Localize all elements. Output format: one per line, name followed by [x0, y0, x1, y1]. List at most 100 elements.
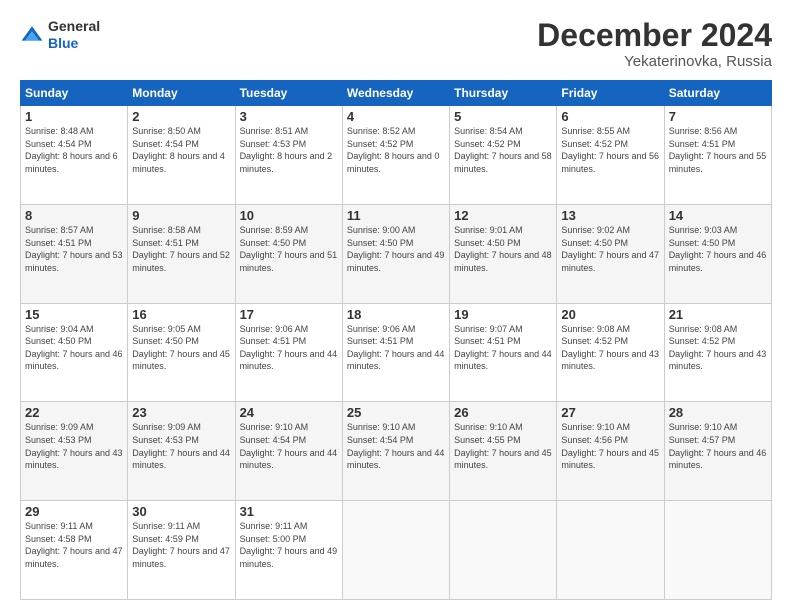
- day-info: Sunrise: 9:03 AMSunset: 4:50 PMDaylight:…: [669, 224, 767, 274]
- day-info: Sunrise: 9:11 AMSunset: 4:58 PMDaylight:…: [25, 520, 123, 570]
- calendar-cell: 27Sunrise: 9:10 AMSunset: 4:56 PMDayligh…: [557, 402, 664, 501]
- calendar-cell: [557, 501, 664, 600]
- calendar-cell: [342, 501, 449, 600]
- calendar-cell: 21Sunrise: 9:08 AMSunset: 4:52 PMDayligh…: [664, 303, 771, 402]
- calendar-weekday-header: Saturday: [664, 81, 771, 106]
- title-block: December 2024 Yekaterinovka, Russia: [537, 18, 772, 70]
- day-number: 31: [240, 504, 338, 519]
- calendar-cell: 15Sunrise: 9:04 AMSunset: 4:50 PMDayligh…: [21, 303, 128, 402]
- day-number: 3: [240, 109, 338, 124]
- day-info: Sunrise: 8:57 AMSunset: 4:51 PMDaylight:…: [25, 224, 123, 274]
- day-number: 9: [132, 208, 230, 223]
- calendar-cell: 31Sunrise: 9:11 AMSunset: 5:00 PMDayligh…: [235, 501, 342, 600]
- day-number: 5: [454, 109, 552, 124]
- day-info: Sunrise: 8:48 AMSunset: 4:54 PMDaylight:…: [25, 125, 123, 175]
- day-info: Sunrise: 8:58 AMSunset: 4:51 PMDaylight:…: [132, 224, 230, 274]
- day-number: 26: [454, 405, 552, 420]
- calendar-cell: 17Sunrise: 9:06 AMSunset: 4:51 PMDayligh…: [235, 303, 342, 402]
- day-number: 6: [561, 109, 659, 124]
- calendar-cell: 8Sunrise: 8:57 AMSunset: 4:51 PMDaylight…: [21, 204, 128, 303]
- day-number: 16: [132, 307, 230, 322]
- calendar-cell: 28Sunrise: 9:10 AMSunset: 4:57 PMDayligh…: [664, 402, 771, 501]
- day-number: 23: [132, 405, 230, 420]
- day-number: 10: [240, 208, 338, 223]
- day-info: Sunrise: 8:50 AMSunset: 4:54 PMDaylight:…: [132, 125, 230, 175]
- day-info: Sunrise: 9:10 AMSunset: 4:56 PMDaylight:…: [561, 421, 659, 471]
- calendar-cell: 3Sunrise: 8:51 AMSunset: 4:53 PMDaylight…: [235, 106, 342, 205]
- day-number: 15: [25, 307, 123, 322]
- day-number: 29: [25, 504, 123, 519]
- calendar-cell: 30Sunrise: 9:11 AMSunset: 4:59 PMDayligh…: [128, 501, 235, 600]
- day-number: 27: [561, 405, 659, 420]
- calendar-cell: 1Sunrise: 8:48 AMSunset: 4:54 PMDaylight…: [21, 106, 128, 205]
- day-info: Sunrise: 8:52 AMSunset: 4:52 PMDaylight:…: [347, 125, 445, 175]
- calendar-cell: 5Sunrise: 8:54 AMSunset: 4:52 PMDaylight…: [450, 106, 557, 205]
- logo-icon: [20, 23, 44, 47]
- calendar-week-row: 22Sunrise: 9:09 AMSunset: 4:53 PMDayligh…: [21, 402, 772, 501]
- logo-blue: Blue: [48, 35, 78, 51]
- day-number: 25: [347, 405, 445, 420]
- calendar-cell: 23Sunrise: 9:09 AMSunset: 4:53 PMDayligh…: [128, 402, 235, 501]
- calendar-weekday-header: Wednesday: [342, 81, 449, 106]
- day-number: 30: [132, 504, 230, 519]
- day-info: Sunrise: 8:54 AMSunset: 4:52 PMDaylight:…: [454, 125, 552, 175]
- day-number: 19: [454, 307, 552, 322]
- day-info: Sunrise: 9:10 AMSunset: 4:55 PMDaylight:…: [454, 421, 552, 471]
- calendar-cell: 12Sunrise: 9:01 AMSunset: 4:50 PMDayligh…: [450, 204, 557, 303]
- day-number: 4: [347, 109, 445, 124]
- calendar-cell: [664, 501, 771, 600]
- logo-text: General Blue: [48, 18, 100, 52]
- calendar-cell: 19Sunrise: 9:07 AMSunset: 4:51 PMDayligh…: [450, 303, 557, 402]
- day-number: 24: [240, 405, 338, 420]
- logo-general: General: [48, 18, 100, 34]
- calendar-weekday-header: Sunday: [21, 81, 128, 106]
- day-info: Sunrise: 9:04 AMSunset: 4:50 PMDaylight:…: [25, 323, 123, 373]
- day-info: Sunrise: 9:06 AMSunset: 4:51 PMDaylight:…: [347, 323, 445, 373]
- calendar-cell: 10Sunrise: 8:59 AMSunset: 4:50 PMDayligh…: [235, 204, 342, 303]
- calendar-weekday-header: Thursday: [450, 81, 557, 106]
- calendar-cell: 22Sunrise: 9:09 AMSunset: 4:53 PMDayligh…: [21, 402, 128, 501]
- header: General Blue December 2024 Yekaterinovka…: [20, 18, 772, 70]
- calendar-week-row: 15Sunrise: 9:04 AMSunset: 4:50 PMDayligh…: [21, 303, 772, 402]
- day-number: 7: [669, 109, 767, 124]
- day-info: Sunrise: 9:10 AMSunset: 4:57 PMDaylight:…: [669, 421, 767, 471]
- day-number: 12: [454, 208, 552, 223]
- day-number: 8: [25, 208, 123, 223]
- day-info: Sunrise: 9:10 AMSunset: 4:54 PMDaylight:…: [240, 421, 338, 471]
- day-info: Sunrise: 9:08 AMSunset: 4:52 PMDaylight:…: [669, 323, 767, 373]
- day-info: Sunrise: 9:00 AMSunset: 4:50 PMDaylight:…: [347, 224, 445, 274]
- day-number: 18: [347, 307, 445, 322]
- calendar-weekday-header: Monday: [128, 81, 235, 106]
- calendar-cell: 4Sunrise: 8:52 AMSunset: 4:52 PMDaylight…: [342, 106, 449, 205]
- day-info: Sunrise: 8:55 AMSunset: 4:52 PMDaylight:…: [561, 125, 659, 175]
- day-info: Sunrise: 8:59 AMSunset: 4:50 PMDaylight:…: [240, 224, 338, 274]
- day-info: Sunrise: 9:02 AMSunset: 4:50 PMDaylight:…: [561, 224, 659, 274]
- day-info: Sunrise: 9:05 AMSunset: 4:50 PMDaylight:…: [132, 323, 230, 373]
- day-info: Sunrise: 9:08 AMSunset: 4:52 PMDaylight:…: [561, 323, 659, 373]
- day-info: Sunrise: 9:07 AMSunset: 4:51 PMDaylight:…: [454, 323, 552, 373]
- day-number: 21: [669, 307, 767, 322]
- calendar-cell: 11Sunrise: 9:00 AMSunset: 4:50 PMDayligh…: [342, 204, 449, 303]
- location: Yekaterinovka, Russia: [537, 53, 772, 70]
- day-info: Sunrise: 8:56 AMSunset: 4:51 PMDaylight:…: [669, 125, 767, 175]
- calendar-header-row: SundayMondayTuesdayWednesdayThursdayFrid…: [21, 81, 772, 106]
- calendar-cell: 29Sunrise: 9:11 AMSunset: 4:58 PMDayligh…: [21, 501, 128, 600]
- month-title: December 2024: [537, 18, 772, 53]
- calendar-weekday-header: Tuesday: [235, 81, 342, 106]
- calendar-table: SundayMondayTuesdayWednesdayThursdayFrid…: [20, 80, 772, 600]
- calendar-cell: 24Sunrise: 9:10 AMSunset: 4:54 PMDayligh…: [235, 402, 342, 501]
- day-number: 14: [669, 208, 767, 223]
- calendar-cell: 20Sunrise: 9:08 AMSunset: 4:52 PMDayligh…: [557, 303, 664, 402]
- day-info: Sunrise: 9:06 AMSunset: 4:51 PMDaylight:…: [240, 323, 338, 373]
- day-info: Sunrise: 9:01 AMSunset: 4:50 PMDaylight:…: [454, 224, 552, 274]
- day-number: 11: [347, 208, 445, 223]
- page: General Blue December 2024 Yekaterinovka…: [0, 0, 792, 612]
- calendar-cell: 18Sunrise: 9:06 AMSunset: 4:51 PMDayligh…: [342, 303, 449, 402]
- calendar-cell: 14Sunrise: 9:03 AMSunset: 4:50 PMDayligh…: [664, 204, 771, 303]
- calendar-cell: 25Sunrise: 9:10 AMSunset: 4:54 PMDayligh…: [342, 402, 449, 501]
- day-info: Sunrise: 9:11 AMSunset: 4:59 PMDaylight:…: [132, 520, 230, 570]
- day-number: 13: [561, 208, 659, 223]
- calendar-week-row: 1Sunrise: 8:48 AMSunset: 4:54 PMDaylight…: [21, 106, 772, 205]
- calendar-cell: 26Sunrise: 9:10 AMSunset: 4:55 PMDayligh…: [450, 402, 557, 501]
- day-info: Sunrise: 9:10 AMSunset: 4:54 PMDaylight:…: [347, 421, 445, 471]
